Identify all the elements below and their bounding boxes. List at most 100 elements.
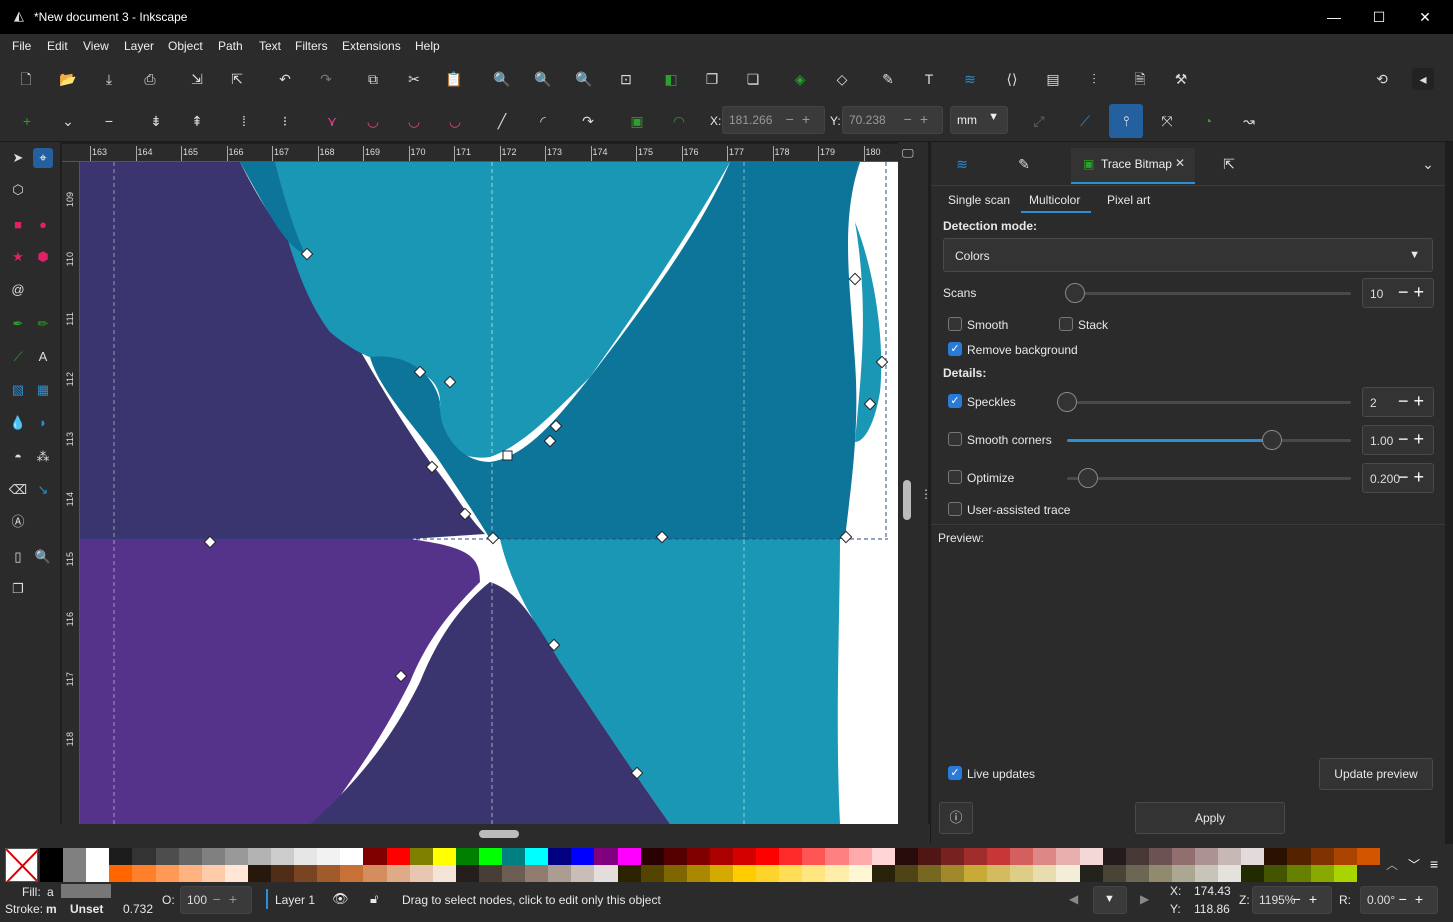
palette-swatch[interactable] bbox=[571, 848, 595, 865]
maximize-button[interactable]: ☐ bbox=[1359, 6, 1399, 28]
palette-swatch[interactable] bbox=[478, 865, 503, 882]
measure-tool-icon[interactable]: ❐ bbox=[8, 579, 28, 599]
speckles-checkbox[interactable]: ✓ bbox=[948, 394, 962, 408]
layer-select[interactable]: ▼ bbox=[1093, 886, 1127, 914]
palette-swatch[interactable] bbox=[132, 865, 156, 882]
palette-swatch[interactable] bbox=[779, 865, 803, 882]
stroke-to-path-icon[interactable]: ◠ bbox=[668, 110, 690, 132]
rectangle-tool-icon[interactable]: ■ bbox=[8, 215, 28, 235]
menu-object[interactable]: Object bbox=[168, 39, 203, 53]
palette-swatch[interactable] bbox=[917, 848, 942, 865]
palette-swatch[interactable] bbox=[1356, 848, 1381, 865]
palette-swatch[interactable] bbox=[525, 848, 549, 865]
cusp-node-icon[interactable]: ⋎ bbox=[321, 110, 343, 132]
next-icon[interactable]: ▶ bbox=[1140, 892, 1149, 906]
segment-line-icon[interactable]: ╱ bbox=[491, 110, 513, 132]
y-coordinate-field[interactable]: 70.238 −+ bbox=[842, 106, 943, 134]
palette-swatch[interactable] bbox=[848, 865, 873, 882]
zoom-center-icon[interactable]: ⊡ bbox=[615, 68, 637, 90]
palette-swatch[interactable] bbox=[1195, 848, 1219, 865]
display-mode-icon[interactable]: 🖵 bbox=[902, 146, 914, 161]
palette-swatch[interactable] bbox=[317, 848, 341, 865]
palette-swatch[interactable] bbox=[340, 865, 364, 882]
speckles-slider[interactable] bbox=[1057, 401, 1351, 404]
palette-swatch[interactable] bbox=[940, 865, 965, 882]
palette-swatch[interactable] bbox=[1310, 865, 1335, 882]
node-tool-icon[interactable]: ⌖ bbox=[33, 148, 53, 168]
subtab-pixel-art[interactable]: Pixel art bbox=[1107, 193, 1150, 207]
pages-tool-icon[interactable]: ▯ bbox=[8, 547, 28, 567]
palette-swatch[interactable] bbox=[617, 848, 642, 865]
palette-swatch[interactable] bbox=[733, 848, 757, 865]
smooth-checkbox[interactable] bbox=[948, 317, 962, 331]
insert-node-icon[interactable]: + bbox=[16, 110, 38, 132]
menu-view[interactable]: View bbox=[83, 39, 109, 53]
prev-icon[interactable]: ◀ bbox=[1069, 892, 1078, 906]
join-segment-icon[interactable]: ⁞ bbox=[233, 110, 255, 132]
ungroup-icon[interactable]: ◇ bbox=[831, 68, 853, 90]
user-assisted-checkbox[interactable] bbox=[948, 502, 962, 516]
menu-path[interactable]: Path bbox=[218, 39, 243, 53]
smooth-corners-stepper-icon[interactable]: −+ bbox=[1398, 429, 1429, 450]
palette-swatch[interactable] bbox=[247, 848, 272, 865]
palette-swatch[interactable] bbox=[917, 865, 942, 882]
speckles-stepper-icon[interactable]: −+ bbox=[1398, 391, 1429, 412]
speckles-spinbox[interactable]: 2 −+ bbox=[1362, 387, 1434, 417]
zoom-drawing-icon[interactable]: 🔍 bbox=[532, 68, 554, 90]
palette-swatch[interactable] bbox=[1079, 865, 1104, 882]
spray-tool-icon[interactable]: ⁂ bbox=[33, 447, 53, 467]
palette-swatch[interactable] bbox=[178, 848, 203, 865]
palette-menu-icon[interactable]: ≡ bbox=[1430, 856, 1438, 872]
layers-tab-icon[interactable]: ≋ bbox=[951, 153, 973, 175]
palette-swatch[interactable] bbox=[178, 865, 203, 882]
connector-tool-icon[interactable]: ↘ bbox=[33, 480, 53, 500]
canvas[interactable] bbox=[80, 162, 898, 824]
menu-edit[interactable]: Edit bbox=[47, 39, 68, 53]
palette-swatch[interactable] bbox=[1287, 848, 1311, 865]
palette-swatch[interactable] bbox=[548, 865, 572, 882]
menu-file[interactable]: File bbox=[12, 39, 31, 53]
zoom-tool-icon[interactable]: 🔍 bbox=[33, 547, 53, 567]
menu-text[interactable]: Text bbox=[259, 39, 281, 53]
zoom-stepper-icon[interactable]: −+ bbox=[1293, 891, 1325, 907]
break-path-icon[interactable]: ⇞ bbox=[186, 110, 208, 132]
duplicate-icon[interactable]: ◧ bbox=[660, 68, 682, 90]
palette-swatch[interactable] bbox=[571, 865, 595, 882]
palette-up-icon[interactable]: ︿ bbox=[1386, 856, 1398, 873]
segment-curve-icon[interactable]: ◜ bbox=[532, 110, 554, 132]
palette-swatch[interactable] bbox=[455, 865, 480, 882]
palette-swatch[interactable] bbox=[1264, 848, 1288, 865]
palette-swatch[interactable] bbox=[155, 865, 180, 882]
palette-swatch[interactable] bbox=[1218, 848, 1242, 865]
open-icon[interactable]: 📂 bbox=[57, 68, 79, 90]
palette-swatch[interactable] bbox=[271, 848, 295, 865]
clip-path-icon[interactable]: ◔ bbox=[1197, 110, 1219, 132]
export-tab-icon[interactable]: ⇱ bbox=[1218, 153, 1240, 175]
palette-swatch[interactable] bbox=[247, 865, 272, 882]
unlink-clone-icon[interactable]: ❏ bbox=[742, 68, 764, 90]
lpe-tool-icon[interactable]: Ⓐ bbox=[8, 512, 28, 532]
palette-swatch[interactable] bbox=[386, 865, 411, 882]
palette-swatch[interactable] bbox=[363, 848, 387, 865]
mesh-tool-icon[interactable]: ▦ bbox=[33, 380, 53, 400]
palette-swatch[interactable] bbox=[63, 848, 87, 882]
palette-swatch[interactable] bbox=[871, 848, 896, 865]
live-updates-checkbox[interactable]: ✓ bbox=[948, 766, 962, 780]
zoom-selection-icon[interactable]: 🔍 bbox=[491, 68, 513, 90]
delete-segment-icon[interactable]: ⁝ bbox=[274, 110, 296, 132]
lock-icon[interactable]: 🔓︎ bbox=[370, 891, 378, 907]
palette-swatch[interactable] bbox=[1171, 865, 1196, 882]
ellipse-tool-icon[interactable]: ● bbox=[33, 215, 53, 235]
cut-icon[interactable]: ✂ bbox=[403, 68, 425, 90]
selectors-icon[interactable]: ▤ bbox=[1042, 68, 1064, 90]
path-direction-icon[interactable]: ↷ bbox=[577, 110, 599, 132]
palette-swatch[interactable] bbox=[1033, 865, 1057, 882]
update-preview-button[interactable]: Update preview bbox=[1319, 758, 1433, 790]
group-icon[interactable]: ◈ bbox=[789, 68, 811, 90]
palette-swatch[interactable] bbox=[987, 865, 1011, 882]
palette-swatch[interactable] bbox=[1195, 865, 1219, 882]
optimize-slider-knob[interactable] bbox=[1077, 468, 1098, 488]
show-transform-handles-icon[interactable]: ⤢ bbox=[1028, 110, 1050, 132]
palette-swatch[interactable] bbox=[663, 865, 688, 882]
palette-swatch[interactable] bbox=[86, 848, 110, 882]
